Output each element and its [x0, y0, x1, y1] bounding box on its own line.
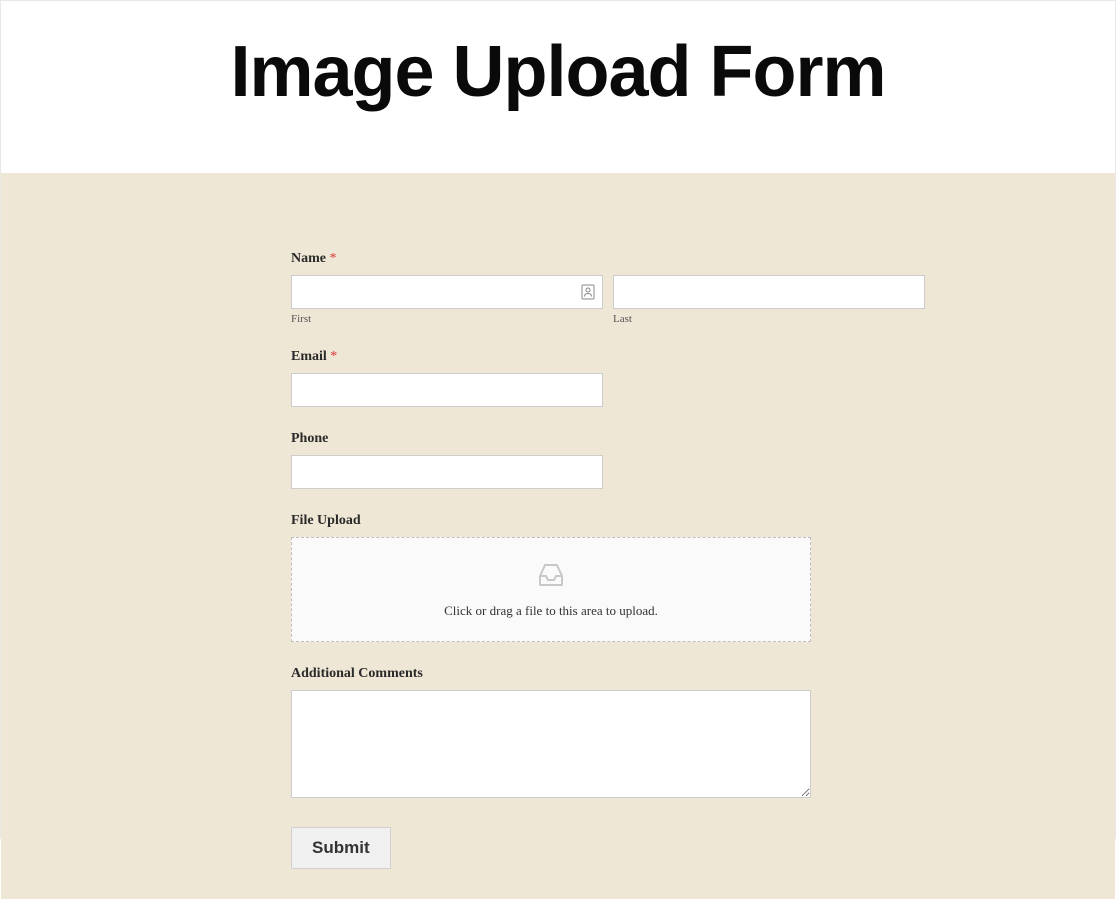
name-label: Name * [291, 251, 813, 267]
required-mark: * [330, 251, 337, 266]
form-inner: Name * First [291, 251, 813, 869]
last-name-col: Last [613, 275, 925, 325]
first-name-wrap [291, 275, 603, 309]
required-mark: * [330, 349, 337, 364]
page-header: Image Upload Form [1, 1, 1115, 173]
comments-field-group: Additional Comments [291, 666, 813, 803]
email-field-group: Email * [291, 349, 813, 407]
comments-label: Additional Comments [291, 666, 813, 682]
email-input[interactable] [291, 373, 603, 407]
email-label: Email * [291, 349, 813, 365]
last-name-sublabel: Last [613, 313, 925, 325]
form-area: Name * First [1, 173, 1115, 899]
phone-field-group: Phone [291, 431, 813, 489]
submit-button[interactable]: Submit [291, 827, 391, 869]
first-name-col: First [291, 275, 603, 325]
first-name-input[interactable] [291, 275, 603, 309]
inbox-icon [536, 562, 566, 593]
email-label-text: Email [291, 349, 327, 364]
name-field-group: Name * First [291, 251, 813, 325]
dropzone-text: Click or drag a file to this area to upl… [292, 603, 810, 619]
last-name-input[interactable] [613, 275, 925, 309]
contact-card-icon [581, 284, 595, 300]
file-upload-label: File Upload [291, 513, 813, 529]
name-row: First Last [291, 275, 813, 325]
name-label-text: Name [291, 251, 326, 266]
page-title: Image Upload Form [1, 31, 1115, 113]
first-name-sublabel: First [291, 313, 603, 325]
file-dropzone[interactable]: Click or drag a file to this area to upl… [291, 537, 811, 642]
file-upload-field-group: File Upload Click or drag a file to this… [291, 513, 813, 642]
phone-input[interactable] [291, 455, 603, 489]
phone-label: Phone [291, 431, 813, 447]
comments-textarea[interactable] [291, 690, 811, 798]
